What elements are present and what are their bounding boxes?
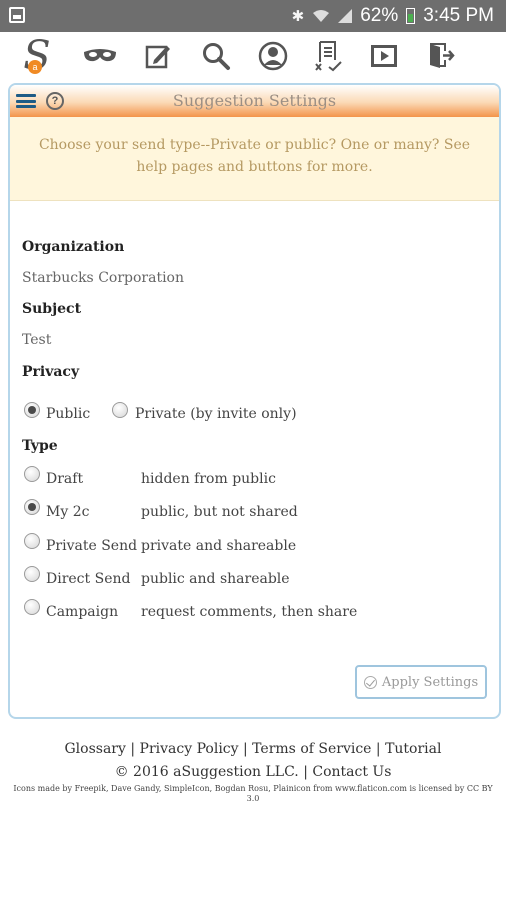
subject-value: Test [22, 332, 52, 348]
type-private-send-label[interactable]: Private Send [46, 538, 137, 554]
organization-label: Organization [22, 239, 125, 255]
apply-settings-label: Apply Settings [381, 674, 479, 690]
video-icon[interactable] [366, 38, 402, 74]
privacy-public-radio[interactable] [24, 402, 40, 418]
type-private-send-radio[interactable] [24, 533, 40, 549]
type-direct-send-desc: public and shareable [141, 571, 290, 587]
battery-percent: 62% [360, 5, 399, 26]
search-icon[interactable] [198, 38, 234, 74]
type-draft-label[interactable]: Draft [46, 471, 83, 487]
gallery-notification-icon [9, 7, 25, 23]
footer-credits: Icons made by Freepik, Dave Gandy, Simpl… [13, 784, 493, 803]
privacy-private-radio[interactable] [112, 402, 128, 418]
type-direct-send-label[interactable]: Direct Send [46, 571, 130, 587]
panel-header: ? Suggestion Settings [10, 85, 499, 117]
logo-badge: a [28, 60, 42, 74]
check-circle-icon [363, 675, 377, 689]
type-campaign-desc: request comments, then share [141, 604, 358, 620]
type-campaign-label[interactable]: Campaign [46, 604, 118, 620]
exit-icon[interactable] [423, 38, 459, 74]
info-banner: Choose your send type--Private or public… [10, 117, 499, 201]
type-my2c-label[interactable]: My 2c [46, 504, 89, 520]
app-logo[interactable]: S a [20, 33, 54, 79]
battery-icon [406, 8, 416, 24]
suggestion-settings-panel: ? Suggestion Settings Choose your send t… [8, 83, 501, 719]
profile-icon[interactable] [255, 38, 291, 74]
apply-settings-button[interactable]: Apply Settings [355, 665, 487, 699]
type-label: Type [22, 438, 58, 454]
edit-icon[interactable] [140, 38, 176, 74]
footer-links[interactable]: Glossary | Privacy Policy | Terms of Ser… [0, 741, 506, 757]
signal-icon [338, 9, 353, 23]
type-draft-desc: hidden from public [141, 471, 276, 487]
wifi-icon [313, 10, 330, 22]
top-nav: S a [0, 32, 506, 80]
clock: 3:45 PM [423, 5, 494, 26]
type-direct-send-radio[interactable] [24, 566, 40, 582]
document-check-icon[interactable] [310, 38, 346, 74]
type-my2c-desc: public, but not shared [141, 504, 298, 520]
organization-value: Starbucks Corporation [22, 270, 185, 286]
type-my2c-radio[interactable] [24, 499, 40, 515]
status-bar: ✱ 62% 3:45 PM [0, 0, 506, 32]
bluetooth-icon: ✱ [291, 8, 305, 25]
privacy-public-label[interactable]: Public [46, 406, 90, 422]
type-campaign-radio[interactable] [24, 599, 40, 615]
type-private-send-desc: private and shareable [141, 538, 297, 554]
privacy-label: Privacy [22, 364, 80, 380]
type-draft-radio[interactable] [24, 466, 40, 482]
footer-copyright[interactable]: © 2016 aSuggestion LLC. | Contact Us [0, 764, 506, 780]
mask-icon[interactable] [80, 38, 120, 74]
panel-title: Suggestion Settings [172, 91, 337, 110]
status-right: ✱ 62% 3:45 PM [292, 0, 494, 32]
privacy-private-label[interactable]: Private (by invite only) [135, 406, 297, 422]
subject-label: Subject [22, 301, 82, 317]
